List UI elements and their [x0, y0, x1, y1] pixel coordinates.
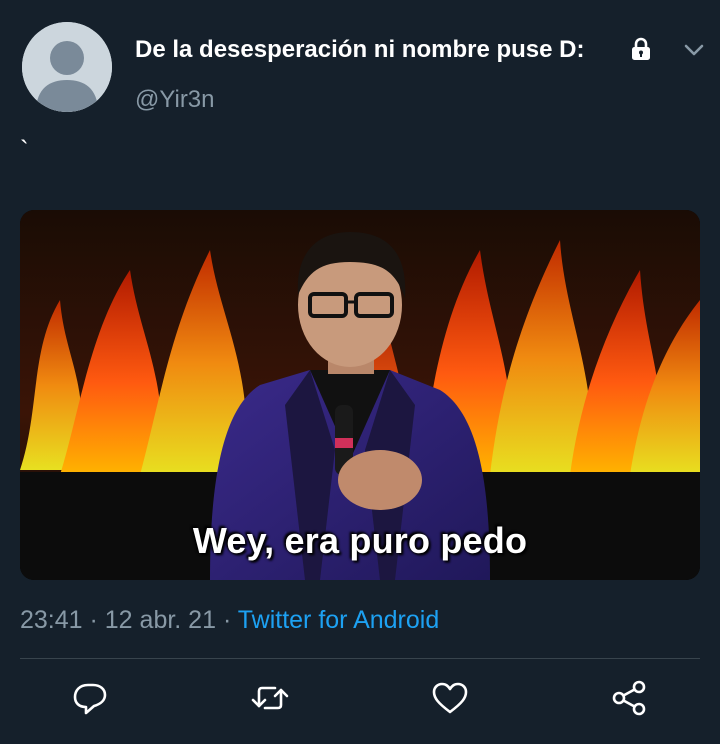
share-icon	[612, 680, 646, 716]
chevron-down-icon[interactable]	[682, 40, 706, 60]
tweet-source-link[interactable]: Twitter for Android	[238, 606, 439, 634]
display-name[interactable]: De la desesperación ni nombre puse D:	[135, 36, 584, 64]
tweet-date: 12 abr. 21	[104, 606, 216, 634]
avatar[interactable]	[22, 22, 112, 112]
share-button[interactable]	[608, 676, 652, 720]
lock-icon	[632, 37, 650, 60]
reply-button[interactable]	[68, 676, 112, 720]
heart-icon	[432, 682, 468, 714]
reply-icon	[73, 683, 107, 715]
tweet-header: De la desesperación ni nombre puse D: @Y…	[0, 0, 720, 120]
tweet-text: `	[20, 135, 29, 165]
user-handle[interactable]: @Yir3n	[135, 86, 215, 114]
retweet-button[interactable]	[248, 676, 292, 720]
meta-separator: ·	[216, 606, 238, 634]
retweet-icon	[251, 686, 289, 710]
divider	[20, 658, 700, 659]
tweet-time: 23:41	[20, 606, 83, 634]
meta-separator: ·	[82, 606, 105, 634]
tweet-actions-bar	[0, 676, 720, 728]
default-avatar-icon	[22, 22, 112, 112]
tweet-media[interactable]: Wey, era puro pedo	[20, 210, 700, 580]
media-caption: Wey, era puro pedo	[192, 520, 528, 561]
like-button[interactable]	[428, 676, 472, 720]
tweet-metadata: 23:41 · 12 abr. 21 · Twitter for Android	[20, 606, 439, 635]
